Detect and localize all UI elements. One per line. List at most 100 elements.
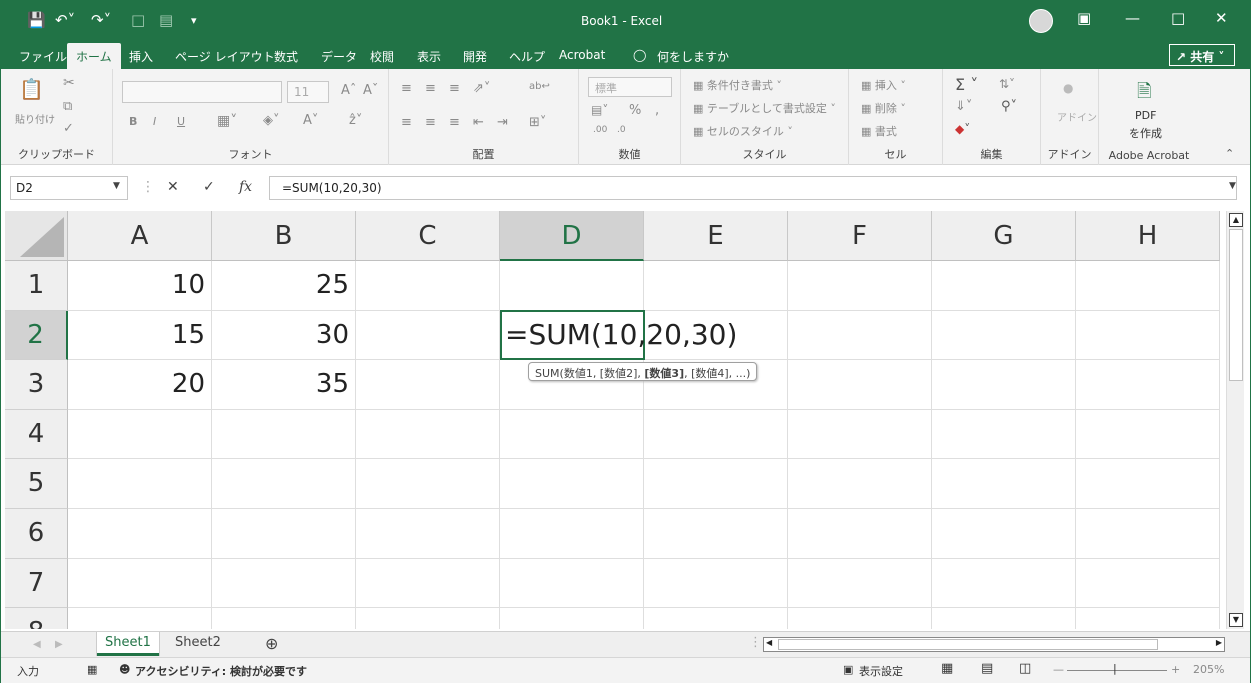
- tab-acrobat[interactable]: Acrobat: [559, 48, 605, 62]
- align-bottom-icon[interactable]: ≡: [449, 81, 460, 96]
- grid-cell[interactable]: [644, 409, 788, 460]
- grid-cell[interactable]: [68, 509, 212, 559]
- cancel-icon[interactable]: ✕: [167, 179, 179, 195]
- grid-cell[interactable]: [1076, 509, 1220, 559]
- grid-cell[interactable]: [356, 409, 500, 460]
- grid-cell[interactable]: [356, 261, 500, 311]
- maximize-icon[interactable]: □: [1171, 9, 1185, 27]
- grid-cell[interactable]: [1076, 310, 1220, 361]
- grid-cell[interactable]: [788, 509, 932, 559]
- font-color-icon[interactable]: A˅: [303, 113, 318, 128]
- grid-cell[interactable]: [644, 608, 788, 629]
- grid-cell[interactable]: [356, 310, 500, 361]
- cell-b2[interactable]: 30: [212, 310, 356, 361]
- tab-help[interactable]: ヘルプ: [509, 48, 545, 65]
- grid-cell[interactable]: [644, 459, 788, 509]
- grid-cell[interactable]: [1076, 558, 1220, 609]
- merge-center-icon[interactable]: ⊞˅: [529, 115, 546, 130]
- tab-view[interactable]: 表示: [417, 48, 441, 65]
- grid-cell[interactable]: [788, 360, 932, 410]
- tab-formulas[interactable]: 数式: [274, 48, 298, 65]
- zoom-in-icon[interactable]: +: [1171, 663, 1180, 676]
- minimize-icon[interactable]: —: [1125, 9, 1140, 27]
- align-middle-icon[interactable]: ≡: [425, 81, 436, 96]
- column-header-g[interactable]: G: [932, 211, 1076, 261]
- add-sheet-icon[interactable]: ⊕: [257, 631, 286, 655]
- undo-icon[interactable]: ↶˅: [55, 11, 75, 29]
- format-painter-icon[interactable]: ✓: [63, 121, 74, 136]
- fill-icon[interactable]: ⇓˅: [955, 99, 972, 114]
- accessibility-status[interactable]: アクセシビリティ: 検討が必要です: [135, 663, 307, 679]
- expand-formula-icon[interactable]: ▼: [1229, 181, 1236, 191]
- align-top-icon[interactable]: ≡: [401, 81, 412, 96]
- column-header-c[interactable]: C: [356, 211, 500, 261]
- grid-cell[interactable]: [1076, 360, 1220, 410]
- grid-cell[interactable]: [212, 409, 356, 460]
- row-header-8[interactable]: 8: [5, 608, 68, 629]
- grid-cell[interactable]: [500, 409, 644, 460]
- column-header-a[interactable]: A: [68, 211, 212, 261]
- sort-filter-icon[interactable]: ⇅˅: [999, 77, 1015, 91]
- spreadsheet-grid[interactable]: A B C D E F G H 1 2 3 4 5 6 7 8 10 25 15…: [5, 211, 1225, 629]
- user-avatar-icon[interactable]: [1029, 9, 1053, 33]
- tab-insert[interactable]: 挿入: [129, 48, 153, 65]
- cell-a2[interactable]: 15: [68, 310, 212, 361]
- row-header-1[interactable]: 1: [5, 261, 68, 311]
- create-pdf-label[interactable]: を作成: [1129, 125, 1162, 141]
- grid-cell[interactable]: [644, 509, 788, 559]
- grid-cell[interactable]: [1076, 261, 1220, 311]
- share-button[interactable]: ↗ 共有 ˅: [1169, 44, 1235, 66]
- grid-cell[interactable]: [68, 409, 212, 460]
- column-header-d[interactable]: D: [500, 211, 644, 261]
- pdf-icon[interactable]: 🗎: [1137, 79, 1151, 109]
- grid-cell[interactable]: [932, 509, 1076, 559]
- page-break-view-icon[interactable]: ◫: [1019, 661, 1031, 676]
- row-header-5[interactable]: 5: [5, 459, 68, 509]
- pdf-label[interactable]: PDF: [1135, 109, 1156, 122]
- enter-icon[interactable]: ✓: [203, 179, 215, 195]
- name-box-dropdown-icon[interactable]: ▼: [113, 181, 120, 191]
- scroll-down-icon[interactable]: ▼: [1229, 613, 1243, 627]
- grid-cell[interactable]: [932, 558, 1076, 609]
- shrink-font-icon[interactable]: Aˇ: [363, 83, 378, 98]
- border-icon[interactable]: ▦˅: [217, 113, 237, 129]
- sheet-tab-sheet2[interactable]: Sheet2: [167, 632, 229, 656]
- cell-a1[interactable]: 10: [68, 261, 212, 311]
- save-icon[interactable]: 💾: [27, 11, 46, 29]
- sheet-tab-sheet1[interactable]: Sheet1: [97, 632, 159, 656]
- grid-cell[interactable]: [788, 558, 932, 609]
- format-cells-button[interactable]: ▦ 書式: [861, 123, 897, 139]
- fill-color-icon[interactable]: ◈˅: [263, 113, 280, 128]
- formula-input[interactable]: =SUM(10,20,30): [269, 176, 1237, 200]
- grid-cell[interactable]: [212, 509, 356, 559]
- insert-function-icon[interactable]: fx: [239, 179, 252, 195]
- row-header-6[interactable]: 6: [5, 509, 68, 559]
- ribbon-display-icon[interactable]: ▣: [1077, 9, 1091, 27]
- orientation-icon[interactable]: ⇗˅: [473, 81, 490, 96]
- grid-cell[interactable]: [356, 558, 500, 609]
- grid-cell[interactable]: [356, 509, 500, 559]
- horizontal-scroll-thumb[interactable]: [778, 639, 1158, 650]
- insert-cells-button[interactable]: ▦ 挿入 ˅: [861, 77, 906, 93]
- scroll-right-icon[interactable]: ▶: [1216, 638, 1222, 647]
- normal-view-icon[interactable]: ▦: [941, 661, 953, 676]
- customize-qat-icon[interactable]: ▾: [191, 14, 197, 27]
- cell-styles-button[interactable]: ▦ セルのスタイル ˅: [693, 123, 793, 139]
- zoom-slider[interactable]: [1067, 670, 1167, 671]
- decrease-decimal-icon[interactable]: .0: [617, 125, 626, 135]
- function-argument-tooltip[interactable]: SUM(数値1, [数値2], [数値3], [数値4], ...): [528, 362, 758, 381]
- delete-cells-button[interactable]: ▦ 削除 ˅: [861, 100, 906, 116]
- accounting-icon[interactable]: ▤˅: [591, 103, 608, 117]
- wrap-text-icon[interactable]: ab↩: [529, 81, 550, 92]
- grid-cell[interactable]: [68, 608, 212, 629]
- tab-developer[interactable]: 開発: [463, 48, 487, 65]
- grid-cell[interactable]: [788, 608, 932, 629]
- addin-icon[interactable]: ●: [1063, 81, 1073, 95]
- column-header-h[interactable]: H: [1076, 211, 1220, 261]
- grid-cell[interactable]: [788, 459, 932, 509]
- grid-cell[interactable]: [644, 558, 788, 609]
- tab-review[interactable]: 校閲: [370, 48, 394, 65]
- accessibility-icon[interactable]: ☻: [119, 663, 130, 676]
- grid-cell[interactable]: [500, 558, 644, 609]
- tab-home[interactable]: ホーム: [67, 43, 121, 69]
